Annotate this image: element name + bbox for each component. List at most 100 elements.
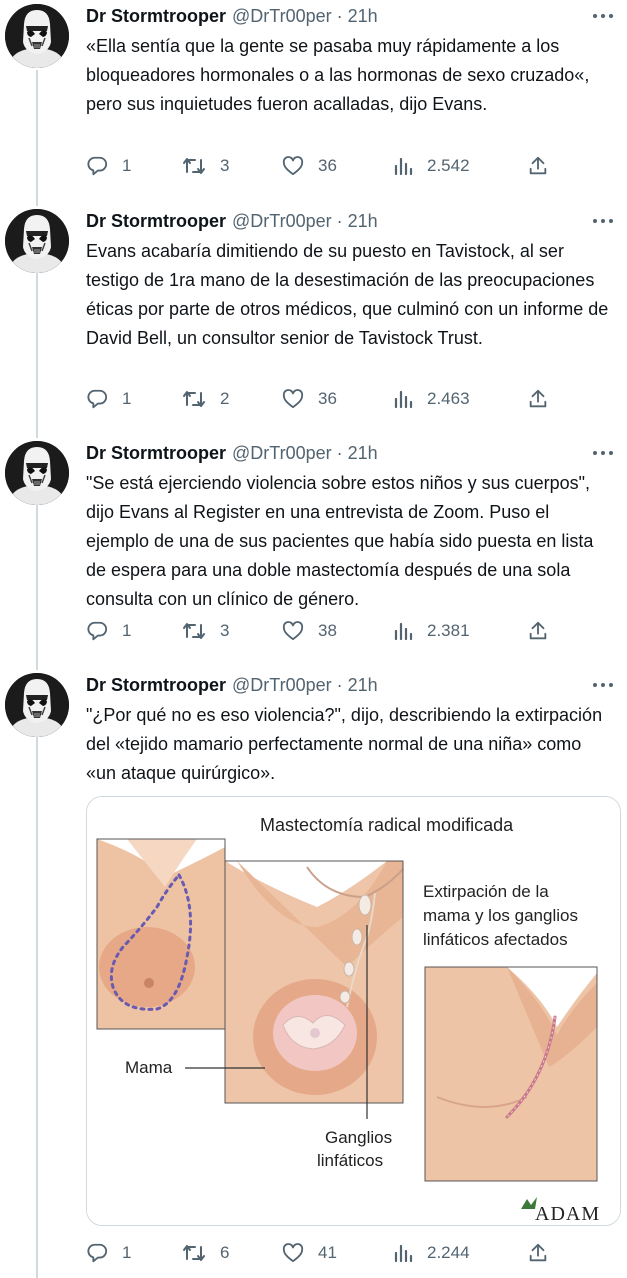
author-name[interactable]: Dr Stormtrooper [86,4,226,28]
reply-count: 1 [122,389,132,408]
views-icon [394,390,413,409]
like-button[interactable]: 36 [282,386,337,412]
separator-dot: · [336,443,343,463]
retweet-count: 3 [220,621,230,640]
heart-icon [282,1243,304,1263]
retweet-button[interactable]: 3 [182,153,229,179]
like-count: 38 [318,621,337,640]
media-title: Mastectomía radical modificada [260,815,514,835]
heart-icon [282,621,304,641]
share-icon [529,389,547,408]
tweet[interactable]: Dr Stormtrooper @DrTr00per · 21h Evans a… [0,209,627,433]
retweet-icon [183,623,205,639]
reply-count: 1 [122,621,132,640]
heart-icon [282,156,304,176]
retweet-button[interactable]: 3 [182,618,229,644]
timestamp[interactable]: 21h [348,673,378,697]
separator-dot: · [336,675,343,695]
like-button[interactable]: 41 [282,1240,337,1266]
tweet[interactable]: Dr Stormtrooper @DrTr00per · 21h "¿Por q… [0,673,627,1273]
views-button[interactable]: 2.381 [393,618,470,644]
heart-icon [282,389,304,409]
avatar[interactable] [5,441,69,505]
reply-icon [87,156,108,176]
reply-icon [87,389,108,409]
more-icon[interactable] [591,674,615,696]
author-name[interactable]: Dr Stormtrooper [86,441,226,465]
timestamp[interactable]: 21h [348,441,378,465]
svg-text:ADAM: ADAM [535,1203,600,1225]
retweet-count: 3 [220,156,230,175]
views-button[interactable]: 2.463 [393,386,470,412]
reply-button[interactable]: 1 [86,386,131,412]
share-button[interactable] [527,153,549,179]
view-count: 2.463 [427,389,470,408]
reply-icon [87,621,108,641]
tweet[interactable]: Dr Stormtrooper @DrTr00per · 21h «Ella s… [0,4,627,200]
timestamp[interactable]: 21h [348,4,378,28]
reply-button[interactable]: 1 [86,618,131,644]
author-handle[interactable]: @DrTr00per [232,673,332,697]
separator-dot: · [336,6,343,26]
tweet-text: "Se está ejerciendo violencia sobre esto… [86,473,594,609]
retweet-button[interactable]: 2 [182,386,229,412]
separator-dot: · [336,211,343,231]
avatar[interactable] [5,209,69,273]
reply-count: 1 [122,156,132,175]
retweet-icon [183,158,205,174]
label-breast: Mama [125,1058,173,1077]
panel-side-view [96,838,226,1030]
views-icon [394,157,413,176]
author-name[interactable]: Dr Stormtrooper [86,673,226,697]
views-icon [394,622,413,641]
caption-line2: mama y los ganglios [423,906,578,925]
view-count: 2.381 [427,621,470,640]
reply-button[interactable]: 1 [86,1240,131,1266]
caption-line3: linfáticos afectados [423,930,568,949]
share-button[interactable] [527,1240,549,1266]
author-handle[interactable]: @DrTr00per [232,209,332,233]
reply-count: 1 [122,1243,132,1262]
like-count: 41 [318,1243,337,1262]
retweet-icon [183,1245,205,1261]
panel-postop-view [424,966,598,1182]
tweet-text: «Ella sentía que la gente se pasaba muy … [86,36,590,114]
tweet-text: "¿Por qué no es eso violencia?", dijo, d… [86,705,603,783]
retweet-button[interactable]: 6 [182,1240,229,1266]
views-icon [394,1244,413,1263]
views-button[interactable]: 2.542 [393,153,470,179]
like-count: 36 [318,156,337,175]
reply-button[interactable]: 1 [86,153,131,179]
more-icon[interactable] [591,5,615,27]
label-nodes-line2: linfáticos [317,1151,383,1170]
share-icon [529,156,547,175]
avatar[interactable] [5,673,69,737]
author-handle[interactable]: @DrTr00per [232,441,332,465]
avatar[interactable] [5,4,69,68]
views-button[interactable]: 2.244 [393,1240,470,1266]
more-icon[interactable] [591,442,615,464]
share-button[interactable] [527,618,549,644]
like-count: 36 [318,389,337,408]
retweet-count: 6 [220,1243,230,1262]
author-handle[interactable]: @DrTr00per [232,4,332,28]
like-button[interactable]: 36 [282,153,337,179]
retweet-count: 2 [220,389,230,408]
like-button[interactable]: 38 [282,618,337,644]
caption-line1: Extirpación de la [423,882,549,901]
share-button[interactable] [527,386,549,412]
share-icon [529,621,547,640]
author-name[interactable]: Dr Stormtrooper [86,209,226,233]
panel-front-view [224,860,404,1104]
tweet[interactable]: Dr Stormtrooper @DrTr00per · 21h "Se est… [0,441,627,665]
timestamp[interactable]: 21h [348,209,378,233]
label-nodes-line1: Ganglios [325,1128,392,1147]
more-icon[interactable] [591,210,615,232]
view-count: 2.244 [427,1243,470,1262]
tweet-media-image[interactable]: Mastectomía radical modificada Mama Gang… [86,796,621,1226]
reply-icon [87,1243,108,1263]
mastectomy-illustration: Mastectomía radical modificada Mama Gang… [87,797,620,1225]
tweet-text: Evans acabaría dimitiendo de su puesto e… [86,241,609,348]
view-count: 2.542 [427,156,470,175]
share-icon [529,1243,547,1262]
